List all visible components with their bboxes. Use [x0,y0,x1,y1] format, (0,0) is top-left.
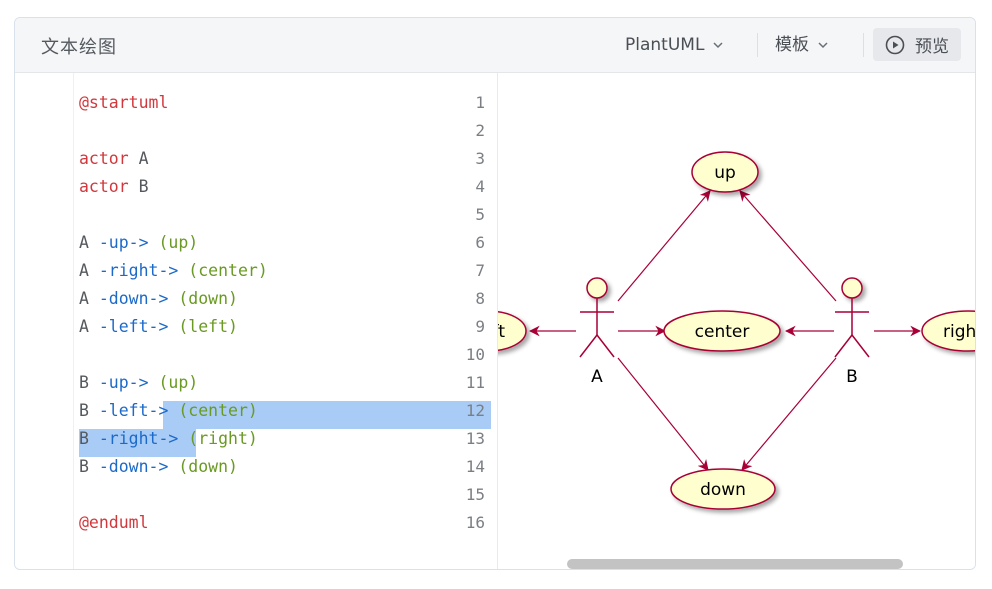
usecase-center[interactable]: center [663,310,781,352]
line-number: 5 [475,205,485,224]
line-number: 11 [465,373,485,392]
line-number: 9 [475,317,485,336]
usecase-left-label: ft [498,322,505,342]
line-number: 10 [465,345,485,364]
code-token: (left) [168,317,238,336]
usecase-left[interactable]: ft [498,310,527,352]
uml-diagram: up center down ft righ [498,151,975,510]
line-number: 6 [475,233,485,252]
code-token: actor [79,149,129,168]
line-number: 15 [465,485,485,504]
code-line[interactable]: B -down-> (down) [79,453,238,481]
code-line[interactable]: B -left-> (center) [79,397,258,425]
line-number: 13 [465,429,485,448]
header-divider [757,33,758,57]
usecase-down[interactable]: down [670,468,776,510]
usecase-right[interactable]: righ [921,310,975,352]
code-token: -up-> [98,373,149,392]
line-number: 4 [475,177,485,196]
line-number: 14 [465,457,485,476]
code-line[interactable]: @enduml [79,509,149,537]
code-line[interactable]: @startuml [79,89,168,117]
code-token: -right-> [98,429,179,448]
code-token: A [79,261,99,280]
edge-b-down [741,357,837,471]
code-token: -right-> [98,261,179,280]
header-divider [863,33,864,57]
code-token: (down) [168,289,238,308]
code-token: A [79,233,99,252]
code-line[interactable]: A -down-> (down) [79,285,238,313]
preview-label: 预览 [915,37,949,57]
text-drawing-panel: 文本绘图 PlantUML 模板 预览 1 2 3 4 5 6 7 8 9 10 11 [14,17,976,570]
code-token: B [79,401,99,420]
code-token: (center) [178,261,268,280]
code-line[interactable]: B -up-> (up) [79,369,198,397]
code-token: (up) [148,373,199,392]
usecase-down-label: down [700,480,746,500]
edge-b-up [739,190,837,302]
usecase-right-label: righ [943,322,975,342]
edge-a-down [617,357,709,471]
line-number: 12 [465,401,485,420]
code-line[interactable]: actor A [79,145,149,173]
chevron-down-icon [818,42,828,49]
template-select-label: 模板 [775,35,809,55]
code-token: @startuml [79,93,169,112]
line-number: 16 [465,513,485,532]
code-line[interactable]: A -left-> (left) [79,313,238,341]
code-token: -left-> [98,401,169,420]
code-token: (up) [148,233,199,252]
panel-title: 文本绘图 [41,37,117,58]
code-token: A [128,149,149,168]
play-circle-icon [885,35,905,54]
code-token: @enduml [79,513,149,532]
line-number: 3 [475,149,485,168]
code-token: -down-> [98,457,169,476]
actor-b-label: B [846,367,858,387]
language-select-label: PlantUML [625,35,705,55]
code-line[interactable]: A -up-> (up) [79,229,198,257]
chevron-down-icon [713,42,723,49]
line-gutter [15,73,74,569]
code-token: B [79,457,99,476]
code-token: -left-> [98,317,169,336]
usecase-up-label: up [714,163,736,183]
code-line[interactable]: actor B [79,173,149,201]
code-token: (center) [168,401,258,420]
code-token: B [79,429,99,448]
line-number: 8 [475,289,485,308]
code-token: A [79,289,99,308]
diagram-preview[interactable]: up center down ft righ [498,73,975,569]
code-token: (right) [178,429,258,448]
code-editor[interactable]: 1 2 3 4 5 6 7 8 9 10 11 12 13 14 15 16 @startuml actor Aa… [15,73,498,569]
actor-a[interactable] [579,277,615,358]
line-number: 2 [475,121,485,140]
preview-button[interactable]: 预览 [873,28,961,61]
code-token: (down) [168,457,238,476]
code-token: -down-> [98,289,169,308]
code-token: actor [79,177,129,196]
panel-header: 文本绘图 PlantUML 模板 预览 [15,18,975,73]
template-select[interactable]: 模板 [775,31,829,59]
line-number: 1 [475,93,485,112]
code-token: B [128,177,149,196]
code-line[interactable]: B -right-> (right) [79,425,258,453]
code-token: B [79,373,99,392]
actor-b[interactable] [834,277,870,358]
edge-a-up [617,190,711,302]
usecase-center-label: center [695,322,750,342]
code-line[interactable]: A -right-> (center) [79,257,268,285]
actor-a-label: A [591,367,603,387]
horizontal-scrollbar[interactable] [567,559,903,569]
language-select[interactable]: PlantUML [625,31,724,59]
line-number: 7 [475,261,485,280]
code-token: A [79,317,99,336]
usecase-up[interactable]: up [691,151,759,193]
code-token: -up-> [98,233,149,252]
